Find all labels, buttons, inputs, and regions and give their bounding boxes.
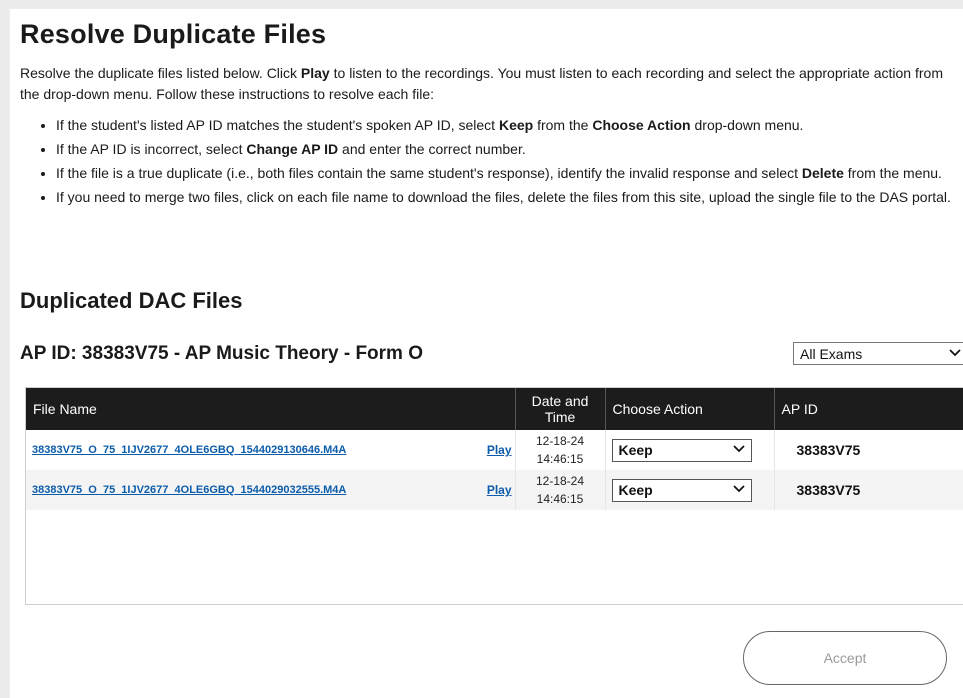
accept-button[interactable]: Accept [743,631,947,685]
exam-heading: AP ID: 38383V75 - AP Music Theory - Form… [20,343,423,364]
chevron-down-icon [732,484,745,496]
table-row: 38383V75_O_75_1IJV2677_4OLE6GBQ_15440290… [26,470,963,510]
choose-action-select[interactable]: Keep [611,438,752,462]
chevron-down-icon [732,444,745,456]
page: Resolve Duplicate Files Resolve the dupl… [10,9,963,698]
table-header-row: File Name Date and Time Choose Action AP… [26,388,963,430]
column-header-ap-id: AP ID [774,388,963,430]
time-text: 14:46:15 [536,452,584,466]
table-row: 38383V75_O_75_1IJV2677_4OLE6GBQ_15440291… [26,430,963,470]
exam-filter-select[interactable]: All Exams [793,342,963,365]
file-name-cell: 38383V75_O_75_1IJV2677_4OLE6GBQ_15440290… [26,470,516,510]
chevron-down-icon [949,348,961,360]
file-name-cell: 38383V75_O_75_1IJV2677_4OLE6GBQ_15440291… [26,430,516,470]
page-title: Resolve Duplicate Files [20,19,327,49]
section-title: Duplicated DAC Files [20,288,243,313]
instruction-item: If you need to merge two files, click on… [56,189,963,206]
column-header-choose-action: Choose Action [605,388,775,430]
play-button[interactable]: Play [487,443,512,457]
action-value: Keep [618,442,653,458]
action-cell: Keep [605,430,775,470]
instruction-item: If the file is a true duplicate (i.e., b… [56,165,963,182]
duplicate-files-panel: File Name Date and Time Choose Action AP… [25,387,963,605]
ap-id-cell: 38383V75 [774,430,963,470]
intro-text: Resolve the duplicate files listed below… [20,65,943,102]
file-download-link[interactable]: 38383V75_O_75_1IJV2677_4OLE6GBQ_15440291… [32,444,346,456]
play-button[interactable]: Play [487,483,512,497]
column-header-file-name: File Name [26,388,516,430]
duplicate-files-table: File Name Date and Time Choose Action AP… [26,388,963,510]
date-time-cell: 12-18-24 14:46:15 [515,430,606,470]
date-text: 12-18-24 [535,474,585,488]
instructions-list: If the student's listed AP ID matches th… [20,117,963,213]
column-header-date-time: Date and Time [515,388,606,430]
date-text: 12-18-24 [535,434,585,448]
instruction-item: If the AP ID is incorrect, select Change… [56,141,963,158]
date-time-cell: 12-18-24 14:46:15 [515,470,606,510]
choose-action-select[interactable]: Keep [611,478,752,502]
time-text: 14:46:15 [536,492,584,506]
action-value: Keep [618,482,653,498]
exam-filter-value: All Exams [800,345,863,362]
action-cell: Keep [605,470,775,510]
instruction-item: If the student's listed AP ID matches th… [56,117,963,134]
ap-id-cell: 38383V75 [774,470,963,510]
file-download-link[interactable]: 38383V75_O_75_1IJV2677_4OLE6GBQ_15440290… [32,484,346,496]
